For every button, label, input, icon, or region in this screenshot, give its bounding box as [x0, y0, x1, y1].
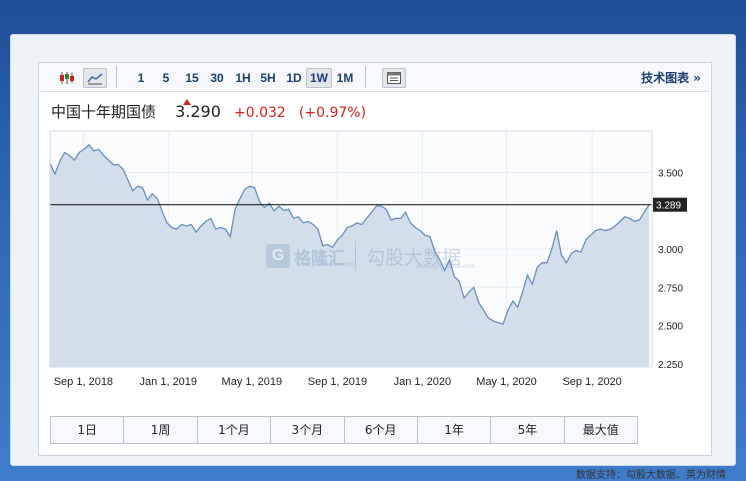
range-5[interactable]: 5	[158, 68, 174, 88]
toolbar-divider	[116, 66, 117, 88]
tab-1m[interactable]: 1个月	[198, 417, 272, 443]
up-arrow-icon	[183, 99, 191, 105]
x-tick-label: Sep 1, 2018	[54, 376, 113, 388]
data-source-footer: 数据支持：勾股大数据、英为财情	[576, 470, 726, 481]
chart-panel: 1 5 15 30 1H 5H 1D 1W 1M 技术图表 » 中国十年期国债 …	[38, 62, 712, 456]
window-icon[interactable]	[382, 68, 406, 88]
range-1[interactable]: 1	[133, 68, 149, 88]
y-tick-label: 2.250	[658, 360, 683, 371]
x-tick-label: May 1, 2019	[222, 376, 283, 388]
x-tick-label: Jan 1, 2019	[140, 376, 198, 388]
tab-max[interactable]: 最大值	[565, 417, 637, 443]
tab-5y[interactable]: 5年	[491, 417, 565, 443]
tab-6m[interactable]: 6个月	[345, 417, 418, 443]
price-chart[interactable]: 3.289 3.500 3.000 2.750 2.500 2.250 Sep 1, 201…	[39, 123, 709, 413]
last-price: 3.290	[175, 102, 221, 121]
range-1h[interactable]: 1H	[231, 68, 255, 88]
range-1d[interactable]: 1D	[282, 68, 306, 88]
line-chart-icon[interactable]	[83, 68, 107, 88]
tab-1d[interactable]: 1日	[51, 417, 125, 443]
range-5h[interactable]: 5H	[256, 68, 280, 88]
instrument-name: 中国十年期国债	[51, 103, 157, 121]
x-tick-label: Jan 1, 2020	[394, 376, 452, 388]
period-tabs: 1日 1周 1个月 3个月 6个月 1年 5年 最大值	[50, 416, 638, 444]
y-tick-label: 3.500	[658, 168, 683, 179]
price-change-pct: (+0.97%)	[298, 105, 367, 121]
y-tick-label: 2.500	[658, 322, 683, 333]
quote-header: 中国十年期国债 3.290 +0.032 (+0.97%)	[51, 99, 367, 123]
tab-1y[interactable]: 1年	[418, 417, 492, 443]
y-tick-label: 2.750	[658, 283, 683, 294]
x-tick-label: May 1, 2020	[476, 376, 537, 388]
range-15[interactable]: 15	[181, 68, 203, 88]
y-tick-label: 3.000	[658, 245, 683, 256]
x-tick-label: Sep 1, 2020	[562, 376, 621, 388]
candlestick-icon[interactable]	[55, 68, 79, 88]
tab-1w[interactable]: 1周	[124, 417, 198, 443]
range-1m[interactable]: 1M	[332, 68, 358, 88]
tech-chart-link[interactable]: 技术图表 »	[641, 69, 701, 86]
current-value-label: 3.289	[656, 201, 681, 212]
chart-toolbar: 1 5 15 30 1H 5H 1D 1W 1M 技术图表 »	[39, 63, 709, 92]
toolbar-divider	[365, 66, 366, 88]
range-1w[interactable]: 1W	[306, 68, 332, 88]
tab-3m[interactable]: 3个月	[271, 417, 345, 443]
price-change: +0.032	[234, 105, 286, 121]
x-tick-label: Sep 1, 2019	[308, 376, 367, 388]
range-30[interactable]: 30	[206, 68, 228, 88]
